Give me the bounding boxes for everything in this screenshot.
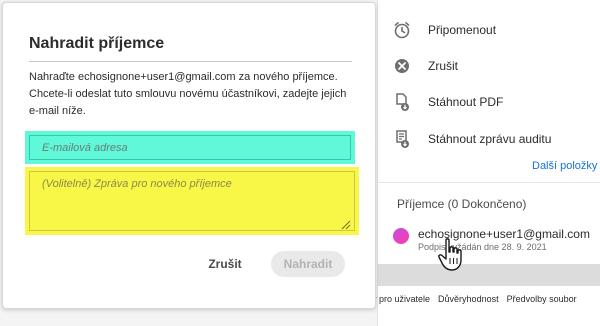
cancel-circle-icon <box>392 56 412 76</box>
hand-cursor-icon <box>438 238 462 271</box>
resize-grip-icon[interactable] <box>341 217 351 230</box>
more-items-link[interactable]: Další položky <box>532 160 597 172</box>
footer-links: ínky pro uživatele Důvěryhodnost Předvol… <box>360 294 600 308</box>
panel-gray-band <box>377 264 600 286</box>
footer-link-preferences[interactable]: Předvolby soubor <box>507 294 577 308</box>
dialog-title: Nahradit příjemce <box>29 35 165 52</box>
panel-divider <box>377 182 600 183</box>
remind-label: Připomenout <box>428 23 497 37</box>
download-pdf-action[interactable]: Stáhnout PDF <box>392 90 503 114</box>
recipients-heading: Příjemce (0 Dokončeno) <box>397 197 527 211</box>
download-audit-label: Stáhnout zprávu auditu <box>428 132 552 146</box>
message-field-highlight <box>25 167 359 235</box>
email-field[interactable] <box>29 135 351 160</box>
email-field-highlight <box>25 131 355 164</box>
recipient-avatar <box>393 228 409 244</box>
footer-link-trust[interactable]: Důvěryhodnost <box>438 294 499 308</box>
clock-icon <box>392 20 412 40</box>
cancel-button[interactable]: Zrušit <box>199 251 251 277</box>
download-pdf-icon <box>392 92 412 112</box>
download-pdf-label: Stáhnout PDF <box>428 95 504 109</box>
cancel-agreement-label: Zrušit <box>428 59 458 73</box>
download-audit-action[interactable]: Stáhnout zprávu auditu <box>392 127 551 151</box>
cancel-agreement-action[interactable]: Zrušit <box>392 54 458 78</box>
remind-action[interactable]: Připomenout <box>392 18 496 42</box>
dialog-title-divider <box>29 61 352 62</box>
dialog-description: Nahraďte echosignone+user1@gmail.com za … <box>29 71 347 117</box>
download-audit-icon <box>392 129 412 149</box>
message-field[interactable] <box>29 171 355 231</box>
replace-button[interactable]: Nahradit <box>271 251 345 277</box>
replace-recipient-dialog: Nahradit příjemce Nahraďte echosignone+u… <box>2 2 376 309</box>
